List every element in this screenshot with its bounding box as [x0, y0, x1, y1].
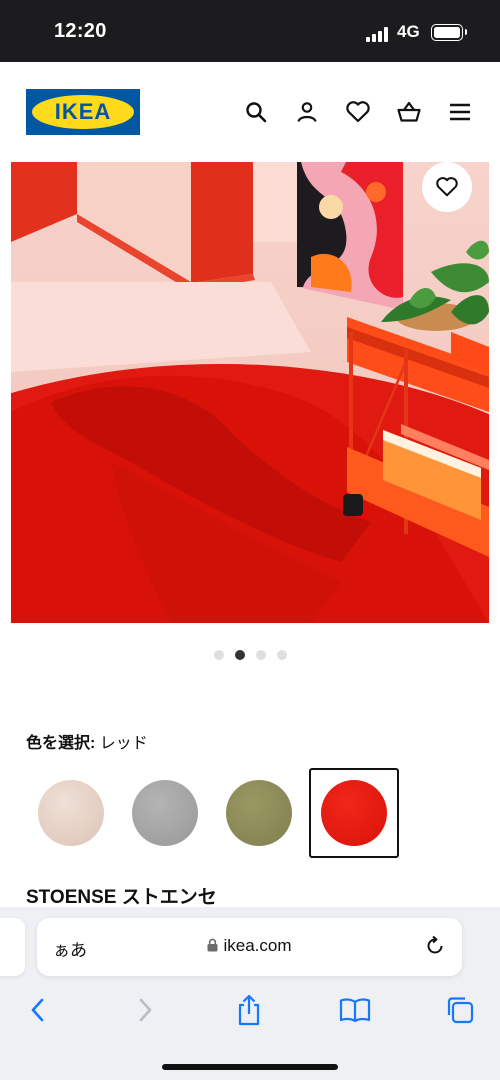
- status-time: 12:20: [54, 20, 107, 42]
- product-image[interactable]: [11, 162, 489, 623]
- color-select-label: 色を選択: レッド: [26, 729, 148, 753]
- back-icon[interactable]: [21, 993, 55, 1027]
- swatch-image: [132, 780, 198, 846]
- heart-icon: [436, 177, 458, 197]
- color-swatch-grey[interactable]: [120, 768, 210, 858]
- color-swatches: [26, 768, 486, 858]
- ikea-logo[interactable]: IKEA: [26, 89, 140, 135]
- carousel-dot[interactable]: [255, 650, 266, 660]
- address-bar[interactable]: ぁあ ikea.com: [37, 918, 462, 976]
- search-icon[interactable]: [243, 99, 269, 125]
- url-display[interactable]: ikea.com: [37, 936, 462, 956]
- screen: 12:20 4G IKEA 色を選択: レッド STOENSE ストエンセ ぁあ…: [0, 0, 500, 1080]
- basket-icon[interactable]: [396, 99, 422, 125]
- forward-icon[interactable]: [128, 993, 162, 1027]
- network-type: 4G: [397, 22, 420, 41]
- swatch-image: [321, 780, 387, 846]
- lock-icon: [207, 938, 218, 952]
- heart-icon[interactable]: [345, 99, 371, 125]
- cellular-signal-icon: [366, 26, 390, 42]
- previous-tab-card[interactable]: [0, 918, 25, 976]
- color-swatch-beige[interactable]: [26, 768, 116, 858]
- swatch-image: [38, 780, 104, 846]
- account-icon[interactable]: [294, 99, 320, 125]
- share-icon[interactable]: [232, 993, 266, 1027]
- carousel-indicator: [0, 650, 500, 660]
- url-text: ikea.com: [223, 936, 292, 955]
- menu-icon[interactable]: [447, 99, 473, 125]
- color-select-prompt: 色を選択:: [26, 735, 96, 752]
- battery-icon: [431, 24, 467, 41]
- home-indicator: [162, 1064, 338, 1070]
- color-swatch-red[interactable]: [309, 768, 399, 858]
- tabs-icon[interactable]: [443, 993, 477, 1027]
- carousel-dot[interactable]: [213, 650, 224, 660]
- carousel-dot-active[interactable]: [234, 650, 245, 660]
- carousel-dot[interactable]: [276, 650, 287, 660]
- reload-icon[interactable]: [424, 935, 446, 957]
- selected-color-name: レッド: [99, 735, 148, 752]
- swatch-image: [226, 780, 292, 846]
- browser-bottom-bar: ぁあ ikea.com: [0, 907, 500, 1080]
- bookmarks-icon[interactable]: [338, 993, 372, 1027]
- site-header: IKEA: [0, 62, 500, 162]
- color-swatch-olive[interactable]: [214, 768, 304, 858]
- logo-text: IKEA: [54, 99, 112, 124]
- add-to-favorites-button[interactable]: [422, 162, 472, 212]
- product-title: STOENSE ストエンセ: [26, 887, 217, 908]
- status-bar: 12:20 4G: [0, 0, 500, 62]
